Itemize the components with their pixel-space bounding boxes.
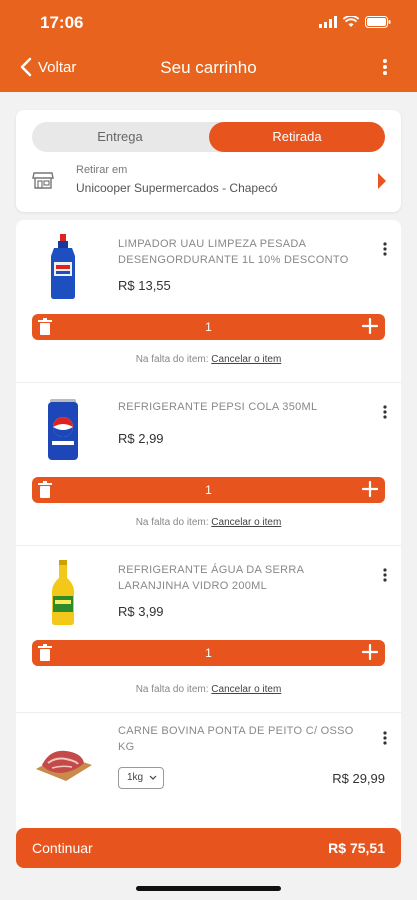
quantity-stepper: 1 xyxy=(32,477,385,503)
product-image-soda-bottle xyxy=(52,560,74,625)
plus-icon xyxy=(361,643,379,661)
plus-icon xyxy=(361,317,379,335)
status-icons xyxy=(319,16,391,28)
delivery-card: Entrega Retirada Retirar em Unicooper Su… xyxy=(16,110,401,212)
item-name: REFRIGERANTE PEPSI COLA 350ML xyxy=(118,401,318,413)
product-image-beef xyxy=(36,750,92,781)
quantity-stepper: 1 xyxy=(32,314,385,340)
item-options-button[interactable] xyxy=(383,242,387,261)
cart-item: LIMPADOR UAU LIMPEZA PESADA DESENGORDURA… xyxy=(16,220,401,383)
missing-item-row: Na falta do item: Cancelar o item xyxy=(16,684,401,695)
store-icon xyxy=(32,172,54,189)
continue-label: Continuar xyxy=(32,840,93,856)
kebab-menu-icon xyxy=(383,568,387,582)
status-time: 17:06 xyxy=(40,13,84,32)
quantity-value: 1 xyxy=(205,320,212,334)
unit-select[interactable]: 1kg xyxy=(118,767,164,789)
item-options-button[interactable] xyxy=(383,731,387,750)
item-options-button[interactable] xyxy=(383,568,387,587)
option-delivery[interactable]: Entrega xyxy=(32,122,208,152)
item-price: R$ 2,99 xyxy=(118,431,164,446)
cancel-item-link[interactable]: Cancelar o item xyxy=(211,517,281,528)
product-image-pepsi xyxy=(48,399,78,460)
kebab-menu-icon xyxy=(383,242,387,256)
item-price: R$ 3,99 xyxy=(118,604,164,619)
item-name: REFRIGERANTE ÁGUA DA SERRA LARANJINHA VI… xyxy=(118,564,304,592)
option-pickup[interactable]: Retirada xyxy=(209,122,385,152)
cart-item: CARNE BOVINA PONTA DE PEITO C/ OSSO KG 1… xyxy=(16,713,401,840)
cart-total: R$ 75,51 xyxy=(328,840,385,856)
nav-bar: Voltar Seu carrinho xyxy=(0,44,417,92)
quantity-value: 1 xyxy=(205,646,212,660)
item-price: R$ 29,99 xyxy=(332,771,385,786)
kebab-menu-icon xyxy=(383,405,387,419)
missing-item-row: Na falta do item: Cancelar o item xyxy=(16,517,401,528)
store-name: Unicooper Supermercados - Chapecó xyxy=(76,181,278,195)
increase-quantity-button[interactable] xyxy=(361,317,379,340)
increase-quantity-button[interactable] xyxy=(361,480,379,503)
wifi-icon xyxy=(343,16,359,27)
kebab-menu-icon xyxy=(383,59,387,75)
quantity-value: 1 xyxy=(205,483,212,497)
chevron-right-icon xyxy=(378,173,386,189)
chevron-down-icon xyxy=(149,775,157,780)
missing-label: Na falta do item: xyxy=(135,684,209,695)
quantity-stepper: 1 xyxy=(32,640,385,666)
battery-icon xyxy=(365,16,391,28)
item-options-button[interactable] xyxy=(383,405,387,424)
plus-icon xyxy=(361,480,379,498)
missing-item-row: Na falta do item: Cancelar o item xyxy=(16,354,401,365)
product-image-cleaner xyxy=(51,234,75,299)
status-bar: 17:06 xyxy=(0,0,417,44)
cart-items-list: LIMPADOR UAU LIMPEZA PESADA DESENGORDURA… xyxy=(16,220,401,840)
missing-label: Na falta do item: xyxy=(135,354,209,365)
pickup-label: Retirar em xyxy=(76,164,128,176)
kebab-menu-icon xyxy=(383,731,387,745)
cancel-item-link[interactable]: Cancelar o item xyxy=(211,684,281,695)
cart-item: REFRIGERANTE ÁGUA DA SERRA LARANJINHA VI… xyxy=(16,546,401,713)
cancel-item-link[interactable]: Cancelar o item xyxy=(211,354,281,365)
item-name: CARNE BOVINA PONTA DE PEITO C/ OSSO KG xyxy=(118,725,354,753)
signal-icon xyxy=(319,16,337,28)
home-indicator xyxy=(136,886,281,891)
item-name: LIMPADOR UAU LIMPEZA PESADA DESENGORDURA… xyxy=(118,238,349,266)
increase-quantity-button[interactable] xyxy=(361,643,379,666)
more-options-button[interactable] xyxy=(383,58,387,81)
cart-item: REFRIGERANTE PEPSI COLA 350ML R$ 2,99 1 … xyxy=(16,383,401,546)
continue-button[interactable]: Continuar R$ 75,51 xyxy=(16,828,401,868)
unit-select-value: 1kg xyxy=(127,772,144,783)
item-price: R$ 13,55 xyxy=(118,278,171,293)
delivery-toggle: Entrega Retirada xyxy=(32,122,385,152)
pickup-store-row[interactable]: Retirar em Unicooper Supermercados - Cha… xyxy=(32,164,387,200)
missing-label: Na falta do item: xyxy=(135,517,209,528)
page-title: Seu carrinho xyxy=(160,58,257,77)
